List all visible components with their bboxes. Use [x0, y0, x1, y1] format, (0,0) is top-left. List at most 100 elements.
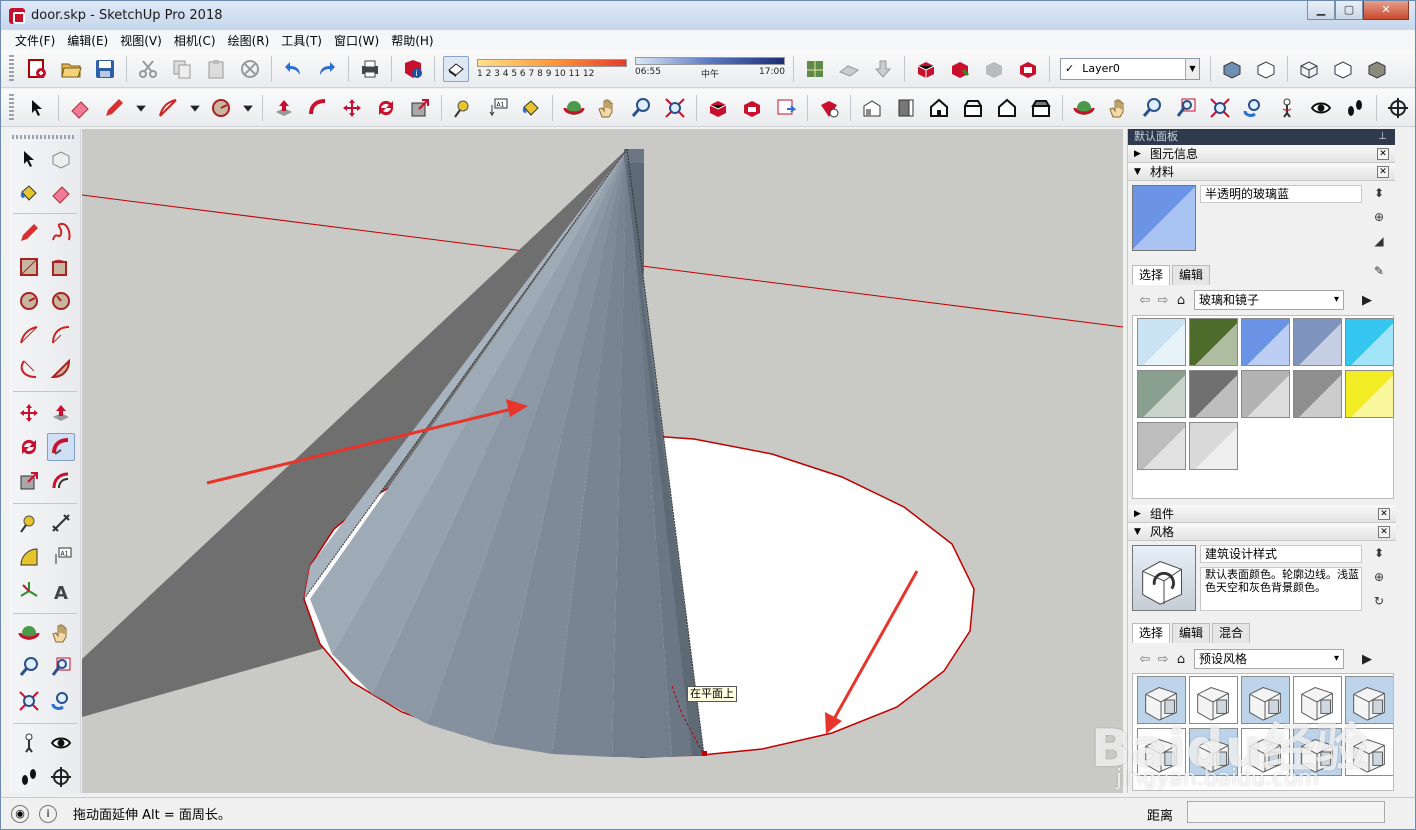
material-swatch[interactable]: [1137, 422, 1186, 470]
minimize-button[interactable]: ▁: [1307, 1, 1335, 20]
text-tool-icon[interactable]: A1: [47, 543, 75, 571]
menu-camera[interactable]: 相机(C): [168, 32, 222, 49]
offset-tool-icon[interactable]: [47, 467, 75, 495]
previous-view-icon[interactable]: [47, 687, 75, 715]
back-view-icon[interactable]: [994, 95, 1020, 121]
current-material-swatch[interactable]: [1132, 185, 1196, 251]
material-swatch[interactable]: [1241, 370, 1290, 418]
zoom-window-icon[interactable]: [47, 653, 75, 681]
toolbar-grip[interactable]: [9, 54, 14, 83]
move-tool-icon[interactable]: [339, 95, 365, 121]
tab-mix[interactable]: 混合: [1212, 623, 1251, 643]
menu-edit[interactable]: 编辑(E): [61, 32, 114, 49]
scale-tool-icon[interactable]: [407, 95, 433, 121]
menu-file[interactable]: 文件(F): [9, 32, 61, 49]
rotate-tool-icon[interactable]: [15, 433, 43, 461]
chevron-down-icon[interactable]: [242, 95, 254, 121]
chevron-down-icon[interactable]: [189, 95, 201, 121]
follow-me-tool-icon[interactable]: [305, 95, 331, 121]
orbit-tool-icon-2[interactable]: [1071, 95, 1097, 121]
toolbar-grip[interactable]: [9, 93, 14, 122]
position-camera-icon[interactable]: [1274, 95, 1300, 121]
push-pull-tool-icon[interactable]: [47, 399, 75, 427]
share-model-icon-2[interactable]: [739, 95, 765, 121]
add-location-icon[interactable]: [802, 56, 828, 82]
zoom-tool-icon[interactable]: [628, 95, 654, 121]
material-swatch[interactable]: [1293, 318, 1342, 366]
material-swatch[interactable]: [1137, 318, 1186, 366]
extension-manager-icon[interactable]: [816, 95, 842, 121]
arc-tool-icon[interactable]: [15, 321, 43, 349]
previous-view-icon[interactable]: [1240, 95, 1266, 121]
display-secondary-icon[interactable]: ⬍: [1371, 185, 1387, 201]
right-view-icon[interactable]: [960, 95, 986, 121]
entity-info-header[interactable]: ▶ 图元信息 ✕: [1128, 145, 1395, 163]
components-header[interactable]: ▶ 组件 ✕: [1128, 505, 1396, 523]
close-icon[interactable]: ✕: [1378, 526, 1390, 538]
freehand-tool-icon[interactable]: [47, 219, 75, 247]
walk-icon[interactable]: [15, 763, 43, 791]
circle-tool-icon[interactable]: [15, 287, 43, 315]
shaded-style-icon[interactable]: [1364, 56, 1390, 82]
forward-arrow-icon[interactable]: ⇨: [1154, 652, 1172, 667]
shadow-time-slider[interactable]: 06:55 中午 17:00: [635, 57, 785, 80]
close-icon[interactable]: ✕: [1378, 508, 1390, 520]
undo-icon[interactable]: [280, 56, 306, 82]
back-edges-style-icon[interactable]: [1253, 56, 1279, 82]
paste-icon[interactable]: [203, 56, 229, 82]
tab-edit[interactable]: 编辑: [1172, 623, 1211, 643]
share-model-icon[interactable]: [947, 56, 973, 82]
rotate-tool-icon[interactable]: [373, 95, 399, 121]
material-swatch[interactable]: [1189, 370, 1238, 418]
close-icon[interactable]: ✕: [1377, 148, 1389, 160]
geo-location-icon[interactable]: ◉: [11, 804, 29, 823]
section-plane-icon[interactable]: [1385, 95, 1411, 121]
home-icon[interactable]: ⌂: [1172, 293, 1190, 308]
scene-canvas[interactable]: [82, 129, 1123, 793]
details-arrow-icon[interactable]: ▶: [1358, 652, 1376, 667]
eraser-tool-icon[interactable]: [67, 95, 93, 121]
material-swatch[interactable]: [1345, 370, 1394, 418]
pan-tool-icon-2[interactable]: [1105, 95, 1131, 121]
tape-measure-icon[interactable]: [15, 509, 43, 537]
menu-tools[interactable]: 工具(T): [275, 32, 328, 49]
axes-tool-icon[interactable]: [15, 577, 43, 605]
push-pull-tool-icon[interactable]: [271, 95, 297, 121]
style-name-field[interactable]: 建筑设计样式: [1200, 545, 1362, 563]
home-icon[interactable]: ⌂: [1172, 652, 1190, 667]
forward-arrow-icon[interactable]: ⇨: [1154, 293, 1172, 308]
chevron-down-icon[interactable]: ▼: [1185, 58, 1199, 79]
chevron-down-icon[interactable]: [135, 95, 147, 121]
material-swatch[interactable]: [1345, 318, 1394, 366]
share-component-icon[interactable]: [981, 56, 1007, 82]
default-material-icon[interactable]: ◢: [1371, 233, 1387, 249]
rotated-rectangle-icon[interactable]: [47, 253, 75, 281]
dimension-tool-icon[interactable]: [47, 509, 75, 537]
select-tool-icon[interactable]: [15, 145, 43, 173]
3d-warehouse-icon[interactable]: [913, 56, 939, 82]
display-shadows-icon[interactable]: [443, 55, 469, 82]
circle-tool-icon[interactable]: [209, 95, 235, 121]
polygon-tool-icon[interactable]: [47, 287, 75, 315]
tab-edit[interactable]: 编辑: [1172, 265, 1211, 285]
style-description-field[interactable]: 默认表面颜色。轮廓边线。浅蓝色天空和灰色背景颜色。: [1200, 567, 1362, 611]
print-icon[interactable]: [357, 56, 383, 82]
left-view-icon[interactable]: [1028, 95, 1054, 121]
extension-warehouse-icon[interactable]: [1015, 56, 1041, 82]
text-tool-icon[interactable]: A1: [484, 95, 510, 121]
current-style-thumbnail[interactable]: [1132, 545, 1196, 611]
pencil-tool-icon[interactable]: [101, 95, 127, 121]
modeling-viewport[interactable]: 在平面上: [82, 129, 1123, 793]
toolbar-grip[interactable]: [12, 135, 76, 139]
photo-texture-icon[interactable]: [870, 56, 896, 82]
time-gradient-bar[interactable]: [635, 57, 785, 65]
menu-help[interactable]: 帮助(H): [385, 32, 439, 49]
paint-bucket-icon[interactable]: [15, 179, 43, 207]
orbit-tool-icon[interactable]: [561, 95, 587, 121]
xray-style-icon[interactable]: [1219, 56, 1245, 82]
zoom-extents-icon[interactable]: [662, 95, 688, 121]
update-style-icon[interactable]: ↻: [1371, 593, 1387, 609]
create-material-icon[interactable]: ⊕: [1371, 209, 1387, 225]
walk-icon[interactable]: [1342, 95, 1368, 121]
orbit-tool-icon[interactable]: [15, 619, 43, 647]
